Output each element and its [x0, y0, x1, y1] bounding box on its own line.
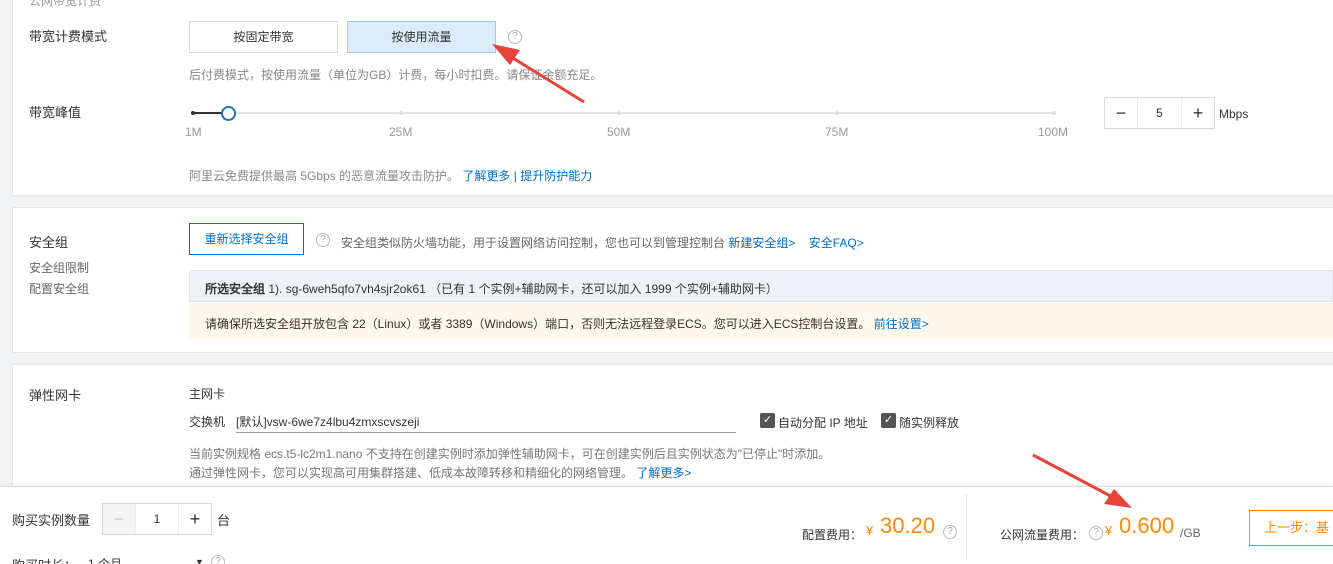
fixed-bandwidth-button[interactable]: 按固定带宽	[189, 21, 338, 53]
traffic-fee-value: 0.600	[1119, 513, 1175, 538]
selected-security-group-label: 所选安全组	[205, 282, 266, 296]
help-icon[interactable]: ?	[508, 30, 522, 44]
config-fee-value: 30.20	[880, 513, 936, 538]
auto-ip-checkbox[interactable]: ✓	[760, 413, 775, 428]
quantity-minus-button[interactable]: −	[103, 504, 135, 534]
eni-note-2-row: 通过弹性网卡，您可以实现高可用集群搭建、低成本故障转移和精细化的网络管理。 了解…	[189, 464, 691, 481]
release-with-instance-checkbox[interactable]: ✓	[881, 413, 896, 428]
slider-tick-label: 75M	[825, 125, 849, 139]
security-group-desc: 安全组类似防火墙功能，用于设置网络访问控制，您也可以到管理控制台	[341, 236, 726, 250]
slider-tick	[1052, 111, 1056, 115]
quantity-label: 购买实例数量	[12, 513, 91, 528]
help-icon[interactable]: ?	[211, 555, 225, 564]
switch-select[interactable]: [默认]vsw-6we7z4lbu4zmxscvszeji	[236, 413, 736, 433]
help-icon[interactable]: ?	[943, 525, 957, 539]
help-icon[interactable]: ?	[1089, 526, 1103, 540]
port-warning-row: 请确保所选安全组开放包含 22（Linux）或者 3389（Windows）端口…	[205, 315, 929, 332]
billing-mode-label: 带宽计费模式	[29, 29, 108, 44]
eni-note-2: 通过弹性网卡，您可以实现高可用集群搭建、低成本故障转移和精细化的网络管理。	[189, 466, 634, 480]
configure-security-group[interactable]: 配置安全组	[29, 280, 89, 297]
slider-tick-label: 25M	[389, 125, 413, 139]
eni-title: 弹性网卡	[29, 388, 82, 403]
bandwidth-unit: Mbps	[1219, 107, 1249, 121]
config-fee-label: 配置费用：	[802, 528, 863, 542]
duration-label: 购买时长：	[12, 555, 77, 564]
prev-step-button[interactable]: 上一步：基	[1249, 510, 1333, 546]
goto-settings-link[interactable]: 前往设置>	[874, 317, 929, 331]
port-warning-text: 请确保所选安全组开放包含 22（Linux）或者 3389（Windows）端口…	[205, 317, 871, 331]
security-faq-link[interactable]: 安全FAQ>	[809, 236, 864, 250]
slider-tick	[399, 111, 403, 115]
selected-security-group-row: 所选安全组 1). sg-6weh5qfo7vh4sjr2ok61 （已有 1 …	[205, 280, 778, 297]
slider-handle[interactable]	[221, 106, 236, 121]
traffic-fee-currency: ¥	[1105, 523, 1113, 538]
selected-security-group-value: 1). sg-6weh5qfo7vh4sjr2ok61 （已有 1 个实例+辅助…	[268, 282, 778, 296]
chevron-down-icon[interactable]: ▼	[195, 557, 204, 564]
slider-tick-label: 1M	[185, 125, 202, 139]
create-security-group-link[interactable]: 新建安全组>	[728, 236, 795, 250]
plus-button[interactable]: +	[1182, 98, 1214, 128]
security-group-limit[interactable]: 安全组限制	[29, 259, 89, 276]
slider-tick	[191, 111, 195, 115]
slider-tick	[617, 111, 621, 115]
slider-tick	[835, 111, 839, 115]
quantity-value[interactable]: 1	[135, 504, 179, 534]
protection-text-row: 阿里云免费提供最高 5Gbps 的恶意流量攻击防护。 了解更多 | 提升防护能力	[189, 167, 592, 184]
eni-learn-more-link[interactable]: 了解更多>	[636, 466, 691, 480]
security-group-title: 安全组	[29, 235, 69, 250]
bandwidth-slider-track[interactable]	[193, 112, 1055, 114]
footer-divider	[966, 494, 967, 558]
quantity-stepper[interactable]: − 1 +	[102, 503, 212, 535]
bandwidth-stepper[interactable]: − 5 +	[1104, 97, 1215, 129]
config-fee-currency: ¥	[866, 523, 874, 538]
pay-by-traffic-button[interactable]: 按使用流量	[347, 21, 496, 53]
primary-nic-label: 主网卡	[189, 387, 226, 401]
help-icon[interactable]: ?	[316, 233, 330, 247]
minus-button[interactable]: −	[1105, 98, 1137, 128]
auto-ip-label: 自动分配 IP 地址	[778, 416, 868, 430]
bandwidth-peak-label: 带宽峰值	[29, 105, 82, 120]
slider-tick-label: 50M	[607, 125, 631, 139]
switch-label: 交换机	[189, 415, 226, 429]
release-with-instance-label: 随实例释放	[899, 416, 960, 430]
bandwidth-value[interactable]: 5	[1137, 98, 1182, 128]
quantity-unit: 台	[217, 513, 231, 528]
traffic-fee-unit: /GB	[1180, 526, 1201, 540]
billing-mode-desc: 后付费模式，按使用流量（单位为GB）计费，每小时扣费。请保证余额充足。	[189, 68, 603, 82]
duration-select[interactable]: 1 个月	[88, 555, 122, 564]
divider: |	[513, 169, 517, 183]
improve-protection-link[interactable]: 提升防护能力	[520, 169, 592, 183]
learn-more-link[interactable]: 了解更多	[462, 169, 510, 183]
slider-tick-label: 100M	[1038, 125, 1069, 139]
traffic-fee-label: 公网流量费用：	[1000, 528, 1085, 542]
top-partial-label: 公网带宽计费	[29, 0, 102, 8]
reselect-security-group-button[interactable]: 重新选择安全组	[189, 223, 304, 255]
quantity-plus-button[interactable]: +	[179, 504, 211, 534]
protection-text: 阿里云免费提供最高 5Gbps 的恶意流量攻击防护。	[189, 169, 460, 183]
security-group-desc-row: 安全组类似防火墙功能，用于设置网络访问控制，您也可以到管理控制台 新建安全组> …	[341, 234, 864, 251]
eni-note-1: 当前实例规格 ecs.t5-lc2m1.nano 不支持在创建实例时添加弹性辅助…	[189, 447, 831, 461]
